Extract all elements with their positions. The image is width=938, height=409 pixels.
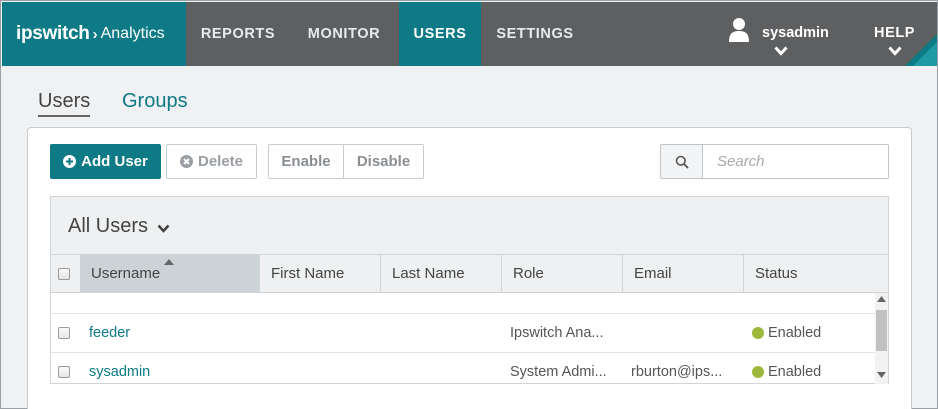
column-last-name[interactable]: Last Name	[380, 255, 501, 292]
sort-ascending-icon	[164, 259, 174, 265]
search-button[interactable]	[660, 144, 703, 179]
nav-settings[interactable]: SETTINGS	[483, 2, 587, 66]
row-checkbox[interactable]	[58, 327, 70, 339]
user-menu[interactable]: sysadmin	[724, 14, 842, 62]
row-select-cell	[58, 353, 78, 384]
scrollbar-thumb[interactable]	[876, 310, 887, 351]
chevron-down-icon	[774, 46, 788, 56]
status-text: Enabled	[768, 364, 822, 380]
logo-chevron-icon: ›	[92, 25, 98, 43]
column-role[interactable]: Role	[501, 255, 622, 292]
scroll-down-arrow-icon[interactable]	[877, 372, 886, 378]
tab-groups[interactable]: Groups	[122, 90, 188, 113]
app-window: ipswitch › Analytics REPORTS MONITOR USE…	[0, 0, 938, 409]
username-link[interactable]: feeder	[89, 314, 249, 352]
plus-circle-icon	[63, 155, 77, 168]
nav-reports[interactable]: REPORTS	[188, 2, 288, 66]
logo-product: Analytics	[100, 25, 165, 42]
tab-users[interactable]: Users	[38, 90, 90, 113]
status-cell: Enabled	[752, 353, 872, 384]
status-text: Enabled	[768, 325, 822, 341]
search-input[interactable]	[702, 144, 889, 179]
table-row: sysadmin System Admi... rburton@ips... E…	[51, 353, 875, 384]
add-user-label: Add User	[81, 153, 148, 170]
x-circle-icon	[179, 155, 193, 168]
username-link[interactable]: sysadmin	[89, 353, 249, 384]
status-cell: Enabled	[752, 314, 872, 352]
delete-label: Delete	[197, 153, 244, 170]
enable-button[interactable]: Enable	[268, 144, 344, 179]
nav-users[interactable]: USERS	[399, 2, 481, 66]
scroll-up-arrow-icon[interactable]	[877, 296, 886, 302]
role-cell: Ipswitch Ana...	[510, 325, 604, 341]
column-first-name[interactable]: First Name	[259, 255, 380, 292]
table-row: feeder Ipswitch Ana... Enabled	[51, 314, 875, 353]
delete-button[interactable]: Delete	[166, 144, 257, 179]
top-nav: ipswitch › Analytics REPORTS MONITOR USE…	[2, 2, 937, 66]
role-cell: System Admi...	[510, 364, 607, 380]
view-title: All Users	[68, 215, 149, 237]
row-select-cell	[58, 314, 78, 352]
table-header: Username First Name Last Name Role Email…	[51, 255, 888, 293]
disable-button[interactable]: Disable	[343, 144, 424, 179]
status-enabled-icon	[752, 366, 764, 378]
column-status[interactable]: Status	[743, 255, 888, 292]
add-user-button[interactable]: Add User	[50, 144, 161, 179]
corner-decoration	[905, 34, 937, 66]
column-username[interactable]: Username	[80, 255, 259, 292]
active-tab-indicator	[38, 115, 90, 117]
table-row-spacer	[51, 293, 875, 314]
app-logo[interactable]: ipswitch › Analytics	[2, 2, 186, 66]
logo-brand: ipswitch	[16, 23, 90, 44]
user-name: sysadmin	[762, 25, 829, 41]
row-checkbox[interactable]	[58, 366, 70, 378]
email-cell: rburton@ips...	[631, 364, 723, 380]
email-cell	[631, 314, 739, 352]
search-icon	[675, 155, 689, 169]
view-selector[interactable]: All Users	[51, 197, 888, 255]
nav-monitor[interactable]: MONITOR	[288, 2, 400, 66]
users-table-panel: All Users Username First Name Last Name …	[50, 196, 889, 384]
status-enabled-icon	[752, 327, 764, 339]
column-email[interactable]: Email	[622, 255, 743, 292]
table-scrollbar[interactable]	[875, 293, 888, 384]
table-body: feeder Ipswitch Ana... Enabled sysadmin …	[51, 293, 875, 384]
chevron-down-icon	[157, 224, 170, 233]
chevron-down-icon	[888, 46, 902, 56]
column-username-label: Username	[91, 265, 161, 282]
select-all-cell	[51, 255, 80, 292]
user-icon	[729, 18, 749, 42]
select-all-checkbox[interactable]	[58, 267, 70, 280]
